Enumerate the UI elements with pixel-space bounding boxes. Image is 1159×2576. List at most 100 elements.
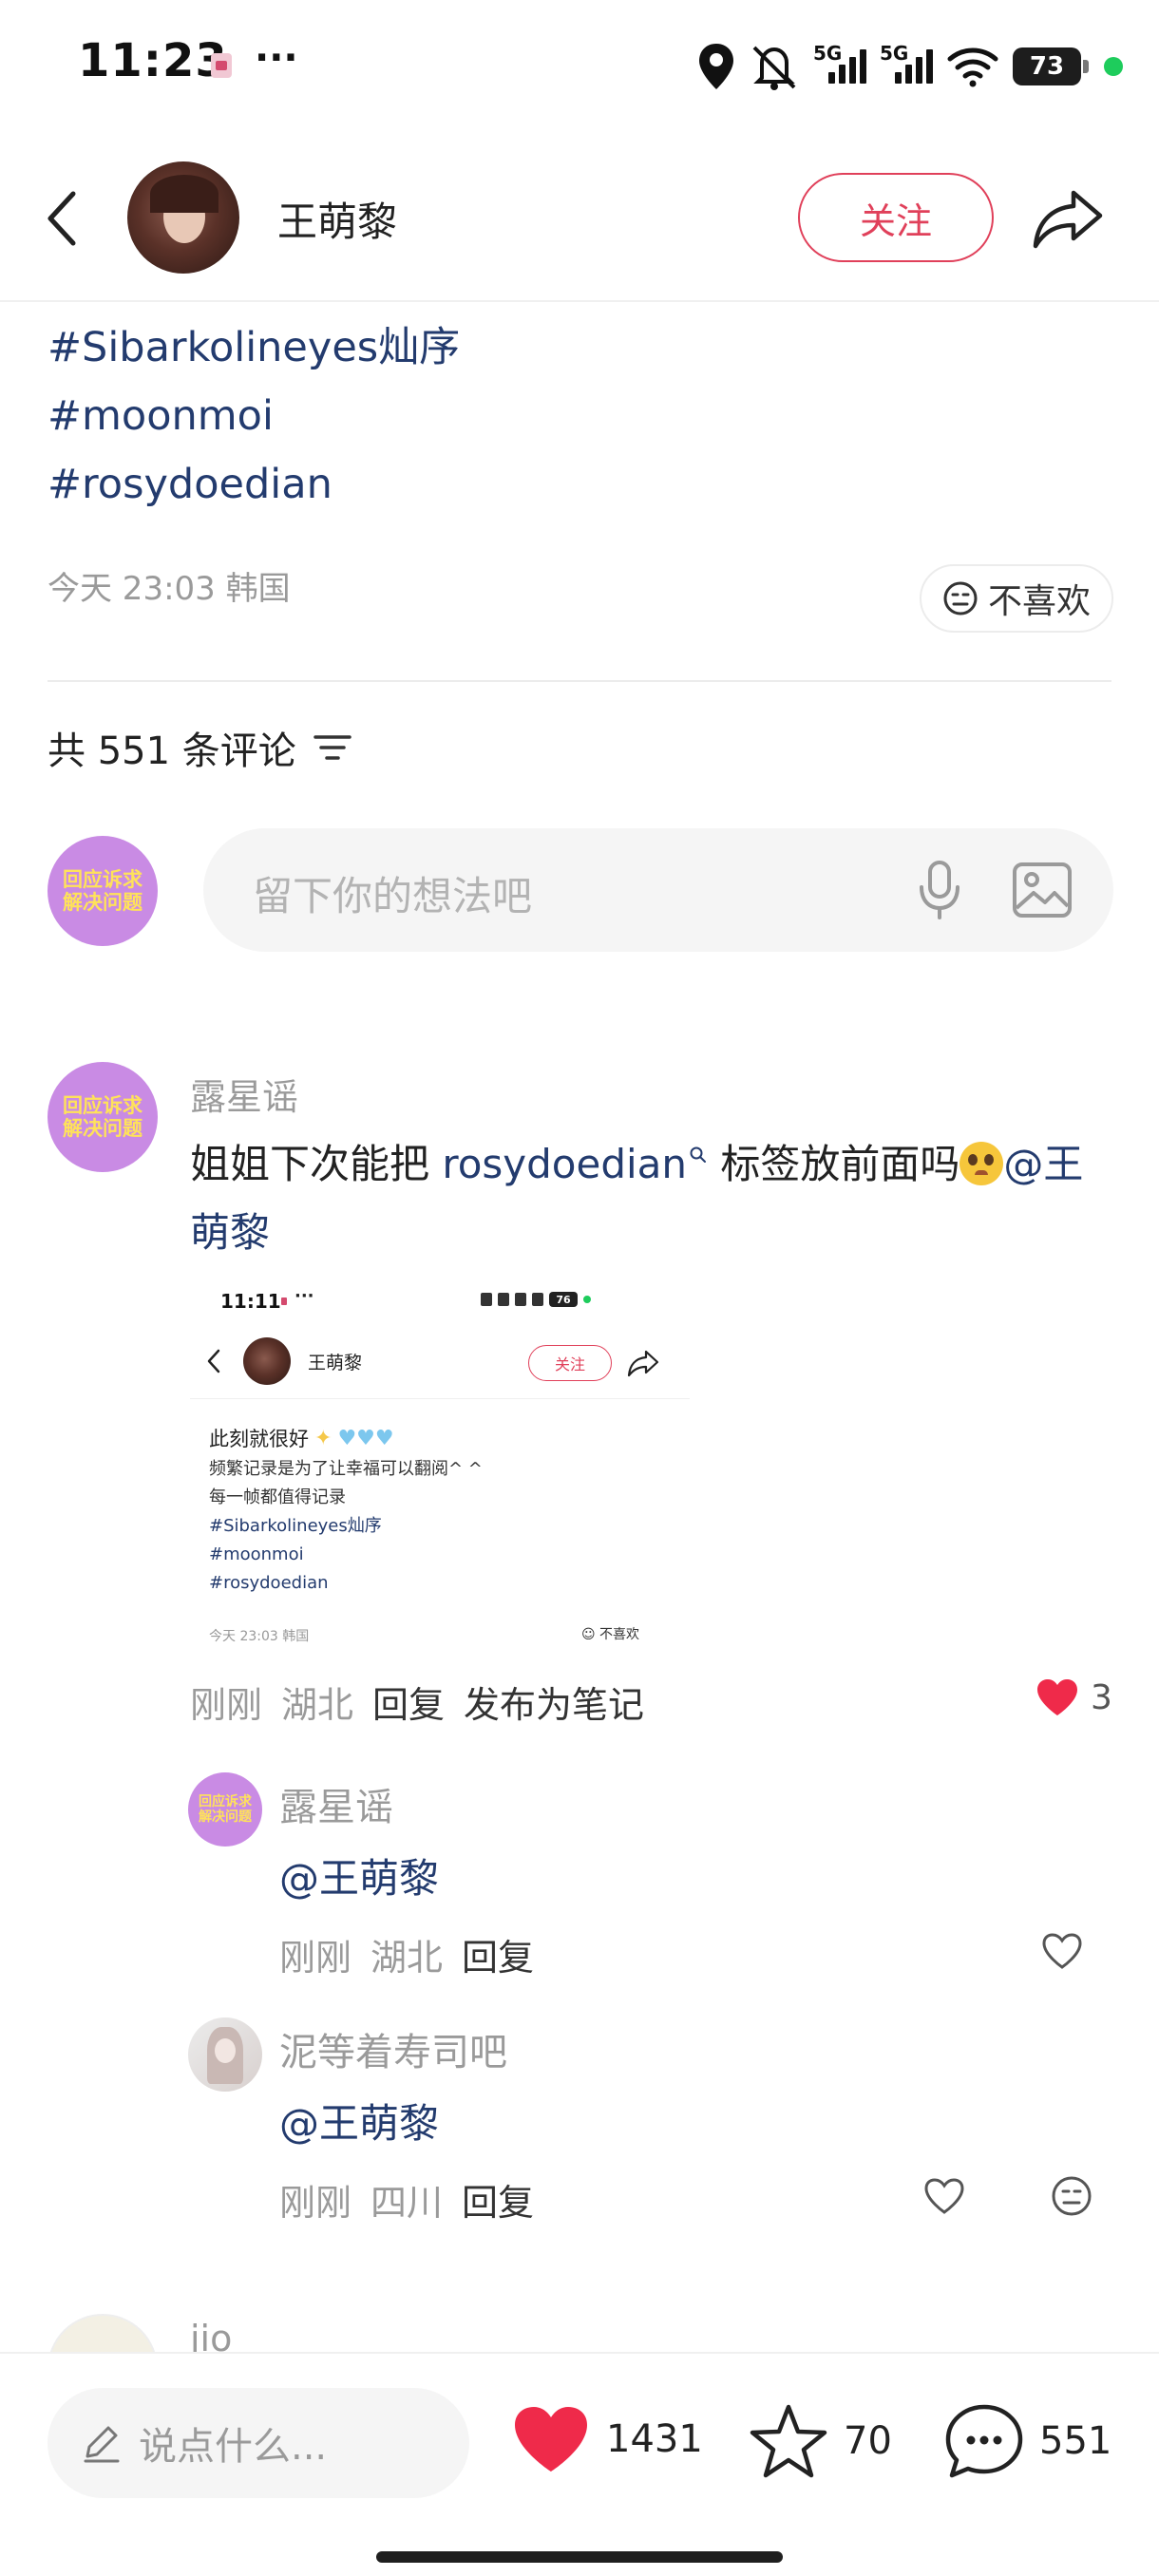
publish-as-note-button[interactable]: 发布为笔记 xyxy=(464,1676,644,1728)
comment-input[interactable]: 留下你的想法吧 xyxy=(203,828,1113,952)
my-avatar[interactable]: 回应诉求 解决问题 xyxy=(48,836,158,946)
comment-text-part: 标签放前面吗 xyxy=(708,1141,960,1187)
battery-level: 76 xyxy=(556,1293,571,1306)
home-indicator[interactable] xyxy=(376,2551,783,2563)
like-post-button[interactable]: 1431 xyxy=(511,2403,703,2475)
comment-meta: 刚刚 湖北 回复 发布为笔记 xyxy=(190,1676,644,1728)
mute-icon xyxy=(498,1293,509,1306)
search-keyword-link[interactable]: rosydoedian xyxy=(442,1141,708,1187)
post-header: 王萌黎 关注 xyxy=(0,133,1159,302)
comments-button[interactable]: 551 xyxy=(944,2403,1112,2479)
hashtag-link[interactable]: #moonmoi xyxy=(48,382,460,450)
pencil-icon xyxy=(84,2426,120,2463)
star-outline-icon xyxy=(750,2404,827,2478)
reply-like-button[interactable] xyxy=(918,2169,971,2223)
privacy-indicator-dot xyxy=(583,1296,591,1303)
screenshot-status-icons: 76 xyxy=(481,1292,591,1307)
status-time: 11:23 xyxy=(78,34,228,87)
reply-location: 湖北 xyxy=(370,1937,444,1979)
reply-text[interactable]: @王萌黎 xyxy=(279,2092,439,2150)
avatar-text-line: 回应诉求 xyxy=(63,1093,142,1117)
avatar-text-line: 解决问题 xyxy=(63,1117,142,1140)
reply-avatar[interactable] xyxy=(188,2017,262,2092)
search-icon xyxy=(690,1146,707,1163)
screenshot-dislike-label: 不喜欢 xyxy=(599,1627,640,1642)
mute-icon xyxy=(752,46,796,90)
app-notification-icon xyxy=(281,1297,287,1305)
signal-icon: 5G xyxy=(813,42,866,89)
microphone-icon[interactable] xyxy=(906,857,973,923)
neutral-face-icon xyxy=(1052,2176,1092,2216)
location-icon xyxy=(699,44,733,89)
reply-author-name[interactable]: 露星谣 xyxy=(279,1776,393,1831)
share-button[interactable] xyxy=(1030,180,1106,256)
reply-dislike-button[interactable] xyxy=(1045,2169,1098,2223)
battery-icon: 73 xyxy=(1013,47,1089,85)
comment-image[interactable]: 11:11 ··· 76 王萌黎 关注 此刻就很好 ✦ ♥♥♥ 频繁记录是为了让幸福… xyxy=(190,1273,690,1660)
avatar-text-line: 解决问题 xyxy=(63,891,142,914)
battery-level: 73 xyxy=(1029,52,1065,81)
status-bar: 11:23 ··· 5G 5G 73 xyxy=(0,0,1159,133)
reply-time: 刚刚 xyxy=(279,2182,352,2224)
more-notifications-icon: ··· xyxy=(294,1286,314,1306)
author-name[interactable]: 王萌黎 xyxy=(277,190,397,248)
heart-outline-icon xyxy=(924,2178,964,2214)
follow-button[interactable]: 关注 xyxy=(798,173,994,262)
sparkles-emoji-icon: ✦ xyxy=(314,1427,332,1450)
reply-button[interactable]: 回复 xyxy=(462,2173,534,2226)
sort-filter-icon[interactable] xyxy=(314,731,352,764)
comment-location: 湖北 xyxy=(281,1684,354,1726)
blue-heart-emoji-icon: ♥♥♥ xyxy=(337,1427,394,1450)
signal-icon-2: 5G xyxy=(880,42,933,89)
divider xyxy=(48,680,1112,682)
share-icon xyxy=(1033,190,1103,249)
heart-outline-icon xyxy=(1042,1933,1082,1969)
comment-text-part: 姐姐下次能把 xyxy=(190,1141,443,1187)
hashtag-link[interactable]: #rosydoedian xyxy=(48,450,460,519)
author-avatar[interactable] xyxy=(127,161,239,274)
chevron-left-icon xyxy=(207,1349,220,1373)
search-keyword-text: rosydoedian xyxy=(442,1141,688,1187)
say-something-placeholder: 说点什么... xyxy=(139,2425,328,2469)
back-button[interactable] xyxy=(38,180,86,256)
screenshot-hashtag: #rosydoedian xyxy=(209,1573,329,1593)
screenshot-author-name: 王萌黎 xyxy=(308,1353,363,1373)
say-something-input[interactable]: 说点什么... xyxy=(48,2388,469,2498)
collect-button[interactable]: 70 xyxy=(749,2403,892,2479)
wifi-icon xyxy=(532,1293,543,1306)
reply-text[interactable]: @王萌黎 xyxy=(279,1847,439,1904)
post-timestamp-location: 今天 23:03 韩国 xyxy=(48,570,291,608)
dislike-label: 不喜欢 xyxy=(987,582,1091,621)
screenshot-hashtag: #Sibarkolineyes灿序 xyxy=(209,1516,382,1536)
avatar-text-line: 解决问题 xyxy=(199,1809,252,1825)
screenshot-text-line: 此刻就很好 xyxy=(209,1428,309,1450)
screenshot-follow-button: 关注 xyxy=(528,1345,612,1381)
reply-avatar[interactable]: 回应诉求 解决问题 xyxy=(188,1772,262,1847)
like-count: 1431 xyxy=(606,2417,703,2461)
hashtag-link[interactable]: #Sibarkolineyes灿序 xyxy=(48,313,460,382)
screenshot-text-line: 每一帧都值得记录 xyxy=(209,1487,346,1507)
comment-like-button[interactable]: 3 xyxy=(1036,1677,1112,1717)
signal-icon xyxy=(515,1293,526,1306)
reply-author-name[interactable]: 泥等着寿司吧 xyxy=(279,2021,507,2076)
screenshot-hashtag: #moonmoi xyxy=(209,1544,304,1564)
app-notification-icon xyxy=(211,53,232,78)
dislike-button[interactable]: 不喜欢 xyxy=(920,564,1113,633)
reply-meta: 刚刚 四川 回复 xyxy=(279,2173,534,2226)
comment-text[interactable]: 姐姐下次能把 rosydoedian 标签放前面吗 @王萌黎 xyxy=(190,1130,1121,1267)
comment-time: 刚刚 xyxy=(190,1684,263,1726)
collect-count: 70 xyxy=(844,2419,892,2463)
more-notifications-icon: ··· xyxy=(255,36,298,80)
reply-button[interactable]: 回复 xyxy=(372,1676,445,1728)
commenter-name[interactable]: 露星谣 xyxy=(190,1068,298,1120)
comment-count-header: 共 551 条评论 xyxy=(48,720,352,775)
screenshot-meta: 今天 23:03 韩国 xyxy=(209,1629,310,1644)
wifi-icon xyxy=(947,47,998,87)
bottom-action-bar: 说点什么... 1431 70 551 xyxy=(0,2352,1159,2576)
privacy-indicator-dot xyxy=(1104,57,1123,76)
reply-button[interactable]: 回复 xyxy=(462,1928,534,1980)
image-icon[interactable] xyxy=(1007,857,1077,923)
commenter-avatar[interactable]: 回应诉求 解决问题 xyxy=(48,1062,158,1172)
pleading-face-emoji-icon xyxy=(960,1142,1004,1185)
reply-like-button[interactable] xyxy=(1036,1924,1089,1978)
